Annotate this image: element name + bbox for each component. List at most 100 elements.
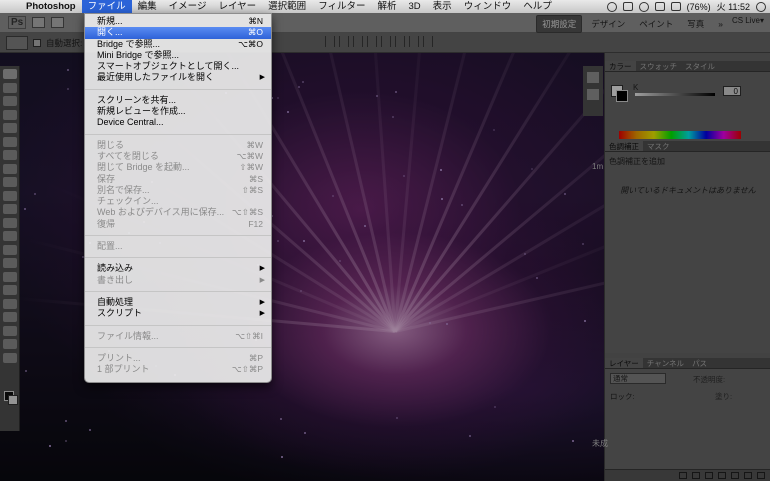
cs-live-button[interactable]: CS Live▾ — [732, 16, 764, 25]
k-slider[interactable] — [635, 93, 715, 96]
adjustment-layer-icon[interactable] — [718, 472, 726, 479]
tab-channels[interactable]: チャンネル — [643, 358, 688, 368]
volume-icon[interactable] — [654, 2, 665, 11]
lasso-tool-icon[interactable] — [2, 96, 17, 106]
file-menu-item[interactable]: スクリプト ▶ — [85, 308, 271, 319]
tab-masks[interactable]: マスク — [643, 141, 674, 151]
gradient-tool-icon[interactable] — [2, 217, 17, 228]
bridge-icon[interactable] — [32, 17, 46, 28]
wifi-icon[interactable] — [638, 1, 649, 12]
distribute-h-icon[interactable] — [423, 36, 433, 47]
crop-tool-icon[interactable] — [2, 123, 17, 133]
healing-brush-tool-icon[interactable] — [2, 150, 17, 160]
histogram-icon[interactable] — [587, 72, 599, 83]
workspace-more-icon[interactable]: » — [713, 17, 728, 31]
file-menu-item[interactable]: Bridge で参照... ⌥⌘O — [85, 39, 271, 50]
menu-shortcut: ⌘O — [247, 27, 263, 38]
tab-adjustments[interactable]: 色調補正 — [605, 141, 643, 151]
menu-analysis[interactable]: 解析 — [372, 0, 403, 13]
time-machine-icon[interactable] — [606, 1, 617, 12]
distribute-icon[interactable] — [409, 36, 419, 47]
file-menu-item[interactable]: 開く... ⌘O — [85, 27, 271, 39]
eyedropper-tool-icon[interactable] — [2, 136, 17, 147]
move-tool-icon[interactable] — [2, 69, 17, 79]
menu-separator — [85, 88, 271, 90]
shape-tool-icon[interactable] — [2, 298, 17, 309]
move-tool-preset-icon[interactable] — [6, 35, 28, 50]
file-menu-item[interactable]: スクリーンを共有... — [85, 95, 271, 106]
auto-select-checkbox[interactable] — [33, 38, 41, 47]
tab-layers[interactable]: レイヤー — [605, 358, 643, 368]
add-mask-icon[interactable] — [705, 472, 713, 479]
link-layers-icon[interactable] — [679, 472, 687, 479]
menu-select[interactable]: 選択範囲 — [262, 0, 312, 13]
trash-icon[interactable] — [757, 472, 765, 479]
menu-window[interactable]: ウィンドウ — [458, 0, 518, 13]
file-menu-item[interactable]: Mini Bridge で参照... — [85, 50, 271, 61]
align-right-icon[interactable] — [395, 36, 405, 47]
file-menu-item[interactable]: 新規... ⌘N — [85, 16, 271, 27]
menu-image[interactable]: イメージ — [163, 0, 213, 13]
apple-menu-icon[interactable] — [0, 0, 20, 13]
tab-color[interactable]: カラー — [605, 61, 636, 71]
menu-view[interactable]: 表示 — [427, 0, 458, 13]
align-vcenter-icon[interactable] — [339, 36, 349, 47]
brush-tool-icon[interactable] — [2, 163, 17, 174]
hand-tool-icon[interactable] — [2, 339, 17, 349]
battery-icon[interactable] — [670, 2, 681, 11]
path-select-tool-icon[interactable] — [2, 285, 17, 295]
history-icon[interactable] — [587, 89, 599, 100]
menu-3d[interactable]: 3D — [403, 0, 427, 13]
tab-styles[interactable]: スタイル — [681, 61, 719, 71]
workspace-design-button[interactable]: デザイン — [586, 16, 630, 32]
menu-file[interactable]: ファイル — [81, 0, 132, 13]
group-icon[interactable] — [731, 472, 739, 479]
blur-tool-icon[interactable] — [2, 231, 17, 241]
workspace-essentials-button[interactable]: 初期設定 — [536, 15, 583, 33]
spotlight-icon[interactable] — [756, 1, 766, 12]
file-menu-item[interactable]: スマートオブジェクトとして開く... — [85, 61, 271, 72]
file-menu-item[interactable]: Device Central... — [85, 117, 271, 128]
menu-edit[interactable]: 編集 — [132, 0, 163, 13]
bluetooth-icon[interactable] — [622, 2, 633, 11]
menu-layer[interactable]: レイヤー — [212, 0, 262, 13]
clock[interactable]: 火 11:52 — [717, 0, 750, 13]
marquee-tool-icon[interactable] — [2, 82, 17, 93]
3d-rotate-tool-icon[interactable] — [2, 312, 17, 322]
align-bottom-icon[interactable] — [353, 36, 363, 47]
align-top-icon[interactable] — [325, 36, 335, 47]
file-menu-item[interactable]: 読み込み ▶ — [85, 263, 271, 274]
submenu-arrow-icon: ▶ — [259, 276, 265, 284]
workspace-photography-button[interactable]: 写真 — [682, 16, 709, 32]
workspace-painting-button[interactable]: ペイント — [634, 16, 678, 32]
mini-bridge-icon[interactable] — [51, 17, 65, 28]
menu-filter[interactable]: フィルター — [312, 0, 371, 13]
blend-mode-select[interactable]: 通常 — [610, 373, 666, 384]
k-value-field[interactable]: 0 — [723, 86, 741, 96]
tab-paths[interactable]: パス — [688, 358, 711, 368]
file-menu-item: すべてを閉じる ⌥⌘W — [85, 151, 271, 162]
dodge-tool-icon[interactable] — [2, 244, 17, 255]
history-brush-tool-icon[interactable] — [2, 190, 17, 201]
pen-tool-icon[interactable] — [2, 258, 17, 268]
background-color-swatch[interactable] — [8, 395, 18, 405]
zoom-tool-icon[interactable] — [2, 352, 17, 363]
3d-orbit-tool-icon[interactable] — [2, 325, 17, 336]
new-layer-icon[interactable] — [744, 472, 752, 479]
align-hcenter-icon[interactable] — [381, 36, 391, 47]
tab-swatches[interactable]: スウォッチ — [636, 61, 682, 71]
file-menu-item[interactable]: 最近使用したファイルを開く ▶ — [85, 72, 271, 83]
eraser-tool-icon[interactable] — [2, 204, 17, 214]
battery-percent: (76%) — [686, 1, 711, 12]
menu-help[interactable]: ヘルプ — [517, 0, 558, 13]
color-spectrum-bar[interactable] — [619, 131, 741, 139]
app-menu[interactable]: Photoshop — [20, 0, 82, 13]
quick-select-tool-icon[interactable] — [2, 109, 17, 120]
align-left-icon[interactable] — [367, 36, 377, 47]
color-bg-chip[interactable] — [616, 90, 628, 102]
file-menu-item[interactable]: 新規レビューを作成... — [85, 106, 271, 117]
fx-icon[interactable] — [692, 472, 700, 479]
file-menu-item[interactable]: 自動処理 ▶ — [85, 297, 271, 308]
type-tool-icon[interactable] — [2, 271, 17, 282]
clone-stamp-tool-icon[interactable] — [2, 177, 17, 187]
